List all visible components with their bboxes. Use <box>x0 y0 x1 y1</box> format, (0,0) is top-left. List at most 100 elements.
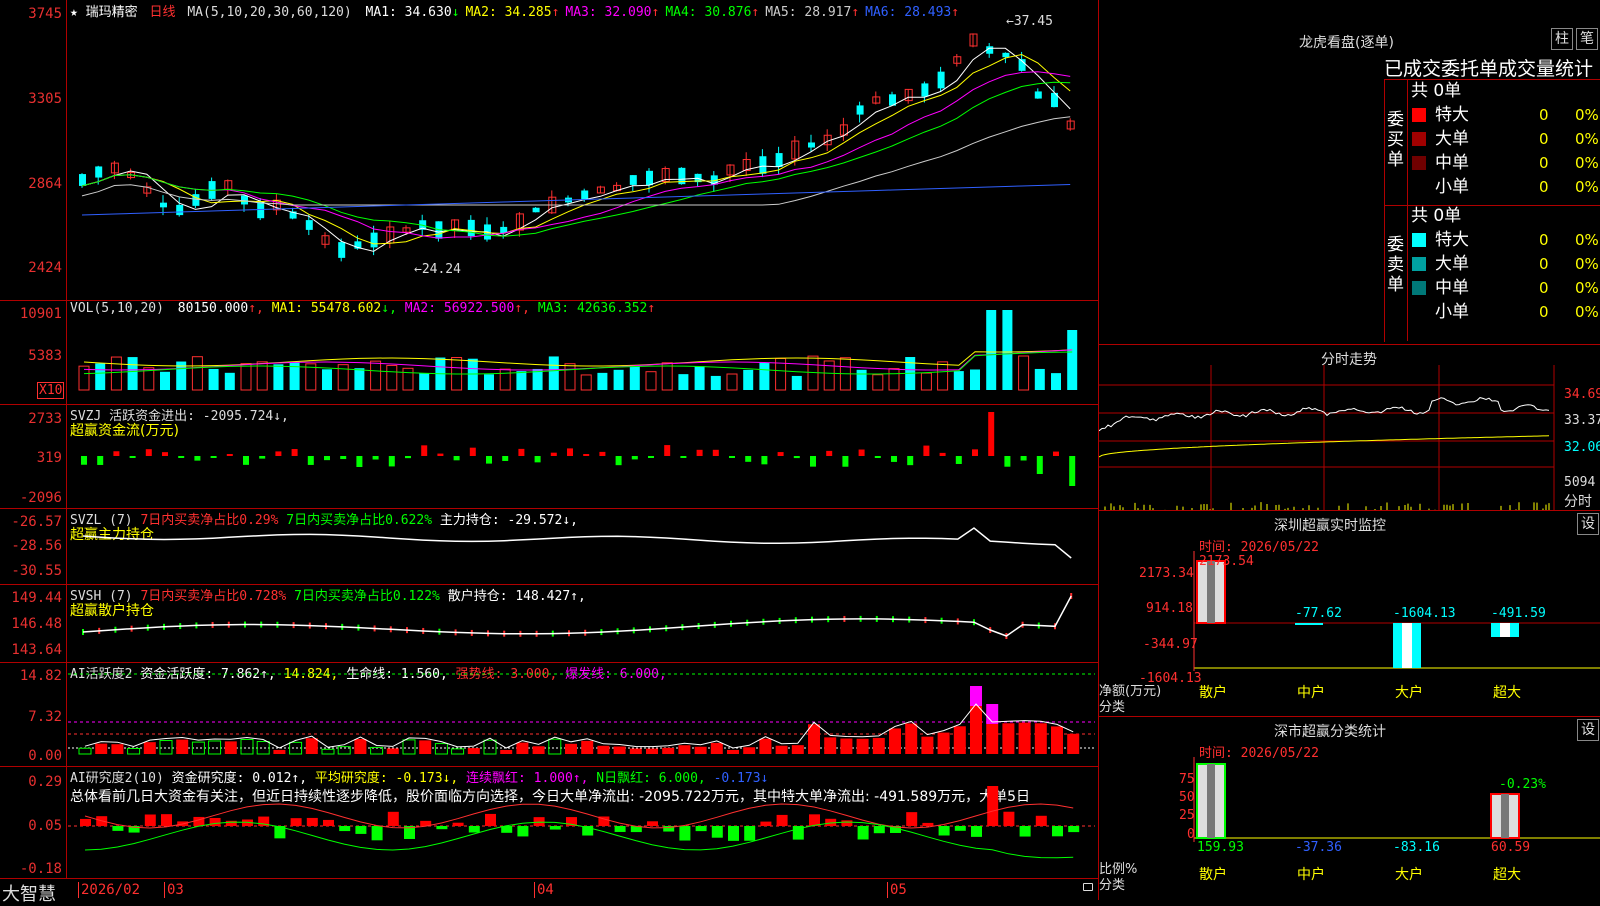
sz-category-ytick: 50 <box>1179 790 1195 805</box>
svzj-panel[interactable]: 2733 319 -2096 SVZJ 活跃资金进出: -2095.724↓, … <box>0 404 1098 509</box>
svzl-line-chart <box>82 527 1072 559</box>
volume-bar <box>548 356 559 390</box>
sz-monitor-ytick: -344.97 <box>1143 637 1198 652</box>
activity-bar <box>273 749 286 754</box>
sz-category-pct: -0.23% <box>1499 777 1546 792</box>
candle-body <box>79 174 86 186</box>
high-price-label: ←37.45 <box>1006 14 1053 29</box>
sz-monitor-top-value: 2173.54 <box>1199 554 1254 569</box>
activity-bar <box>694 746 707 754</box>
date-label: 04 <box>534 882 554 898</box>
volume-bar <box>322 369 332 390</box>
date-label: 2026/02 <box>78 882 140 898</box>
volume-bar <box>127 357 138 390</box>
research-bar <box>549 826 561 830</box>
volume-bar <box>970 369 980 390</box>
lock-icon[interactable] <box>1083 883 1093 891</box>
activity-bar <box>224 741 237 754</box>
research-bar <box>452 822 464 826</box>
research-bar <box>371 826 383 841</box>
stats-table-title: 已成交委托单成交量统计 <box>1384 58 1594 80</box>
activity-bar <box>402 739 416 755</box>
activity-bar <box>419 740 432 754</box>
research-bar <box>857 826 869 840</box>
research-bar <box>971 826 982 837</box>
flow-bar <box>372 456 379 460</box>
category-value: -83.16 <box>1393 840 1440 855</box>
order-color-swatch <box>1412 233 1426 247</box>
research-bar <box>355 826 367 834</box>
ai-research-panel[interactable]: 0.29 0.05 -0.18 AI研究度2(10) 资金研究度: 0.012↑… <box>0 766 1098 878</box>
activity-bar <box>905 723 918 754</box>
research-bar <box>711 826 723 838</box>
flow-bar <box>340 456 347 460</box>
activity-bar <box>808 724 820 754</box>
intraday-ytick: 5094 <box>1564 475 1596 490</box>
candle-body <box>370 232 378 248</box>
volume-bar <box>661 362 673 391</box>
sz-monitor-panel[interactable]: 深圳超赢实时监控 设 时间: 2026/05/22 2173.54 2173.3… <box>1099 511 1600 716</box>
activity-bar <box>78 747 92 755</box>
flow-bar <box>356 456 363 467</box>
sz-category-ytick: 75 <box>1179 772 1195 787</box>
flow-bar <box>486 456 492 464</box>
svsh-panel[interactable]: 149.44 146.48 143.64 SVSH (7) 7日内买卖净占比0.… <box>0 584 1098 663</box>
order-percent: 0% <box>1575 178 1599 196</box>
candle-body <box>937 71 945 89</box>
category-value: 159.93 <box>1197 840 1244 855</box>
intraday-panel[interactable]: 分时走势 34.69 33.37 32.06 5094 分时 <box>1099 345 1600 510</box>
bar-mode-button[interactable]: 柱 <box>1551 28 1573 50</box>
volume-bar <box>759 362 770 390</box>
research-bar <box>647 821 658 826</box>
dragon-tiger-panel[interactable]: 龙虎看盘(逐单) 柱 笔 已成交委托单成交量统计 委买单 委卖单 共 0单 共 … <box>1099 0 1600 344</box>
candle-body <box>241 195 248 205</box>
activity-bar <box>856 738 869 754</box>
mid-bar <box>1295 623 1323 625</box>
volume-ma-line <box>83 349 1073 367</box>
intraday-ytick: 32.06 <box>1564 440 1600 455</box>
volume-bar <box>516 371 527 390</box>
candle-body <box>160 202 167 208</box>
category-value: -37.36 <box>1295 840 1342 855</box>
price-panel[interactable]: 3745 3305 2864 2424 ★ 瑞玛精密 日线 MA(5,10,20… <box>0 0 1098 301</box>
ai-active-panel[interactable]: 14.82 7.32 0.00 AI活跃度2 资金活跃度: 7.862↑, 14… <box>0 662 1098 767</box>
flow-bar <box>97 456 104 465</box>
volume-bar <box>402 367 414 391</box>
candle-body <box>759 156 767 174</box>
activity-bar <box>1018 722 1031 754</box>
volume-panel[interactable]: 10901 5383 X10 VOL(5,10,20) 80150.000↑, … <box>0 300 1098 405</box>
category-label: 大户 <box>1395 685 1423 701</box>
order-count: 0 <box>1539 255 1549 273</box>
buy-orders-label: 委买单 <box>1387 110 1404 170</box>
flow-bar <box>810 456 816 467</box>
volume-bar <box>629 365 640 390</box>
date-axis-bar: 大智慧 2026/02 03 04 05 <box>0 878 1098 905</box>
volume-bar <box>597 372 608 390</box>
candle-body <box>921 83 929 97</box>
research-bar <box>760 821 772 826</box>
research-bar <box>1052 826 1063 837</box>
date-label: 05 <box>887 882 907 898</box>
pen-mode-button[interactable]: 笔 <box>1576 28 1598 50</box>
research-bar <box>1019 826 1031 837</box>
research-bar <box>841 820 853 826</box>
low-price-value: 24.24 <box>421 262 461 277</box>
flow-bar <box>842 456 849 467</box>
candle-body <box>581 190 589 200</box>
svsh-line-chart <box>82 593 1073 639</box>
flow-bar <box>712 449 719 456</box>
flow-bar <box>178 456 185 458</box>
research-bar <box>1068 826 1080 833</box>
chart-area[interactable]: 3745 3305 2864 2424 ★ 瑞玛精密 日线 MA(5,10,20… <box>0 0 1099 905</box>
volume-bar <box>564 363 576 391</box>
volume-bar <box>613 369 624 390</box>
flow-bar <box>534 456 541 463</box>
flow-bar <box>907 456 914 466</box>
brand-logo[interactable]: 大智慧 <box>2 880 56 906</box>
flow-bar <box>745 456 752 462</box>
sz-category-panel[interactable]: 深市超赢分类统计 设 时间: 2026/05/22 75 50 25 0 -0.… <box>1099 717 1600 900</box>
svzl-panel[interactable]: -26.57 -28.56 -30.55 SVZL (7) 7日内买卖净占比0.… <box>0 508 1098 585</box>
sell-total: 共 0单 <box>1411 206 1462 226</box>
activity-bar <box>791 745 804 754</box>
activity-bar <box>256 741 270 755</box>
